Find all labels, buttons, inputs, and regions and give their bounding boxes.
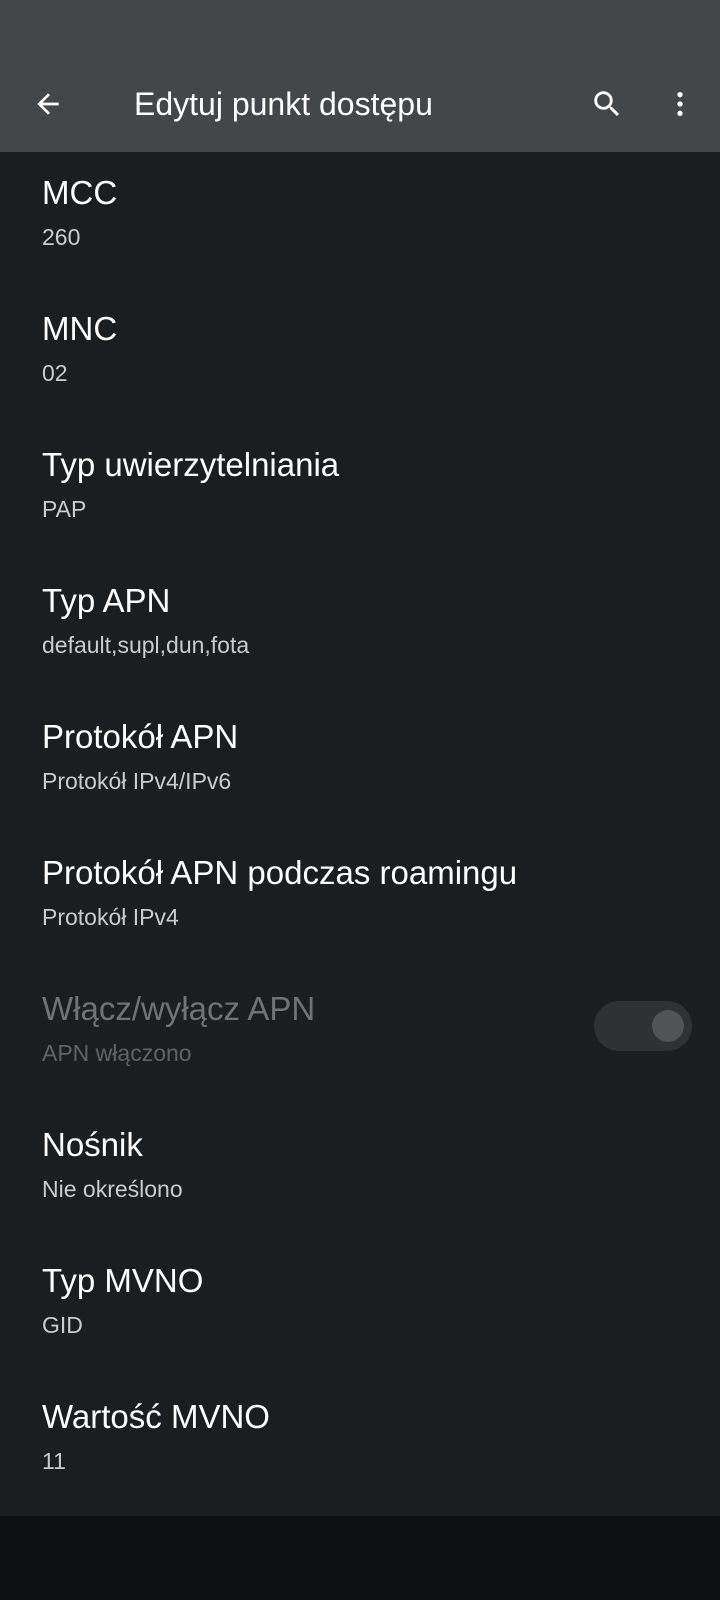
pref-summary: PAP (42, 496, 87, 522)
pref-summary: 02 (42, 360, 68, 386)
pref-summary: Protokół IPv4 (42, 904, 179, 930)
pref-mvno-value[interactable]: Wartość MVNO 11 (0, 1376, 720, 1512)
pref-summary: Protokół IPv4/IPv6 (42, 768, 232, 794)
page-title: Edytuj punkt dostępu (134, 86, 433, 122)
navigation-bar (0, 1516, 720, 1600)
screen: Edytuj punkt dostępu MCC 260 MNC 02 Typ … (0, 0, 720, 1600)
pref-summary: default,supl,dun,fota (42, 632, 250, 658)
pref-mvno-type[interactable]: Typ MVNO GID (0, 1240, 720, 1376)
pref-title: Typ MVNO (42, 1262, 204, 1299)
pref-summary: GID (42, 1312, 83, 1338)
status-bar (0, 0, 720, 56)
pref-title: Protokół APN (42, 718, 239, 755)
pref-apn-enable: Włącz/wyłącz APN APN włączono (0, 968, 720, 1104)
more-vert-icon (677, 92, 683, 116)
pref-summary: 260 (42, 224, 81, 250)
more-options-button[interactable] (656, 80, 704, 128)
pref-apn-type[interactable]: Typ APN default,supl,dun,fota (0, 560, 720, 696)
pref-title: MCC (42, 174, 118, 211)
pref-summary: 11 (42, 1448, 66, 1474)
pref-auth-type[interactable]: Typ uwierzytelniania PAP (0, 424, 720, 560)
pref-mnc[interactable]: MNC 02 (0, 288, 720, 424)
pref-title: Typ APN (42, 582, 171, 619)
pref-apn-roaming-protocol[interactable]: Protokół APN podczas roamingu Protokół I… (0, 832, 720, 968)
arrow-back-icon (37, 93, 59, 115)
pref-title: Wartość MVNO (42, 1398, 270, 1435)
search-button[interactable] (583, 80, 631, 128)
apn-enable-toggle (594, 1001, 692, 1051)
pref-title: Typ uwierzytelniania (42, 446, 340, 483)
pref-title: Protokół APN podczas roamingu (42, 854, 518, 891)
pref-mcc[interactable]: MCC 260 (0, 152, 720, 288)
app-bar: Edytuj punkt dostępu (0, 56, 720, 152)
pref-title: Nośnik (42, 1126, 143, 1163)
pref-title: Włącz/wyłącz APN (42, 990, 316, 1027)
toggle-knob (652, 1010, 684, 1042)
back-button[interactable] (24, 80, 72, 128)
pref-summary: APN włączono (42, 1040, 192, 1066)
pref-bearer[interactable]: Nośnik Nie określono (0, 1104, 720, 1240)
pref-title: MNC (42, 310, 118, 347)
preference-list: MCC 260 MNC 02 Typ uwierzytelniania PAP … (0, 152, 720, 1512)
search-icon (594, 91, 620, 117)
pref-summary: Nie określono (42, 1176, 183, 1202)
pref-apn-protocol[interactable]: Protokół APN Protokół IPv4/IPv6 (0, 696, 720, 832)
